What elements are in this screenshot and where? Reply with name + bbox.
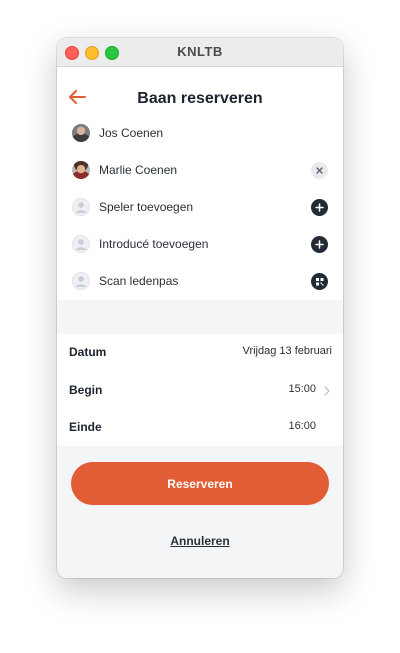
add-player-label: Speler toevoegen xyxy=(99,200,194,214)
page-title: Baan reserveren xyxy=(137,90,263,107)
add-guest-button[interactable] xyxy=(311,236,328,253)
date-value: Vrijdag 13 februari xyxy=(242,345,332,357)
end-time-label: Einde xyxy=(69,420,102,434)
end-time-row[interactable]: Einde 16:00 xyxy=(57,409,343,447)
plus-icon xyxy=(315,240,324,249)
chevron-right-icon xyxy=(324,385,330,396)
user-placeholder-icon xyxy=(72,198,90,216)
section-divider xyxy=(57,300,343,335)
add-player-button[interactable] xyxy=(311,199,328,216)
app-window: KNLTB Baan reserveren Jos Coenen Marlie … xyxy=(57,38,343,578)
start-time-value: 15:00 xyxy=(288,382,316,395)
user-placeholder-icon xyxy=(72,272,90,290)
player-row-marlie: Marlie Coenen xyxy=(57,152,343,189)
start-time-row[interactable]: Begin 15:00 xyxy=(57,372,343,410)
reserve-button[interactable]: Reserveren xyxy=(71,462,329,505)
date-row[interactable]: Datum Vrijdag 13 februari xyxy=(57,334,343,372)
reservation-details: Datum Vrijdag 13 februari Begin 15:00 Ei… xyxy=(57,334,343,446)
qr-code-icon xyxy=(316,278,324,286)
avatar xyxy=(72,124,90,142)
remove-player-button[interactable] xyxy=(311,162,328,179)
player-list: Jos Coenen Marlie Coenen Speler toevoege… xyxy=(57,115,343,300)
close-icon xyxy=(316,167,323,174)
date-label: Datum xyxy=(69,345,107,359)
action-area: Reserveren Annuleren xyxy=(57,446,343,578)
plus-icon xyxy=(315,203,324,212)
user-placeholder-icon xyxy=(72,235,90,253)
scan-card-row[interactable]: Scan ledenpas xyxy=(57,263,343,300)
end-time-value: 16:00 xyxy=(288,420,316,432)
scan-card-button[interactable] xyxy=(311,273,328,290)
add-player-row[interactable]: Speler toevoegen xyxy=(57,189,343,226)
add-guest-label: Introducé toevoegen xyxy=(99,237,209,251)
cancel-link[interactable]: Annuleren xyxy=(57,534,343,548)
add-guest-row[interactable]: Introducé toevoegen xyxy=(57,226,343,263)
player-name: Marlie Coenen xyxy=(99,163,178,177)
reservation-screen: Baan reserveren Jos Coenen Marlie Coenen xyxy=(57,67,343,578)
window-title: KNLTB xyxy=(177,44,223,59)
avatar xyxy=(72,161,90,179)
player-row-jos: Jos Coenen xyxy=(57,115,343,152)
scan-card-label: Scan ledenpas xyxy=(99,274,179,288)
start-time-label: Begin xyxy=(69,382,103,397)
title-bar: KNLTB xyxy=(57,38,343,67)
player-name: Jos Coenen xyxy=(99,126,164,140)
